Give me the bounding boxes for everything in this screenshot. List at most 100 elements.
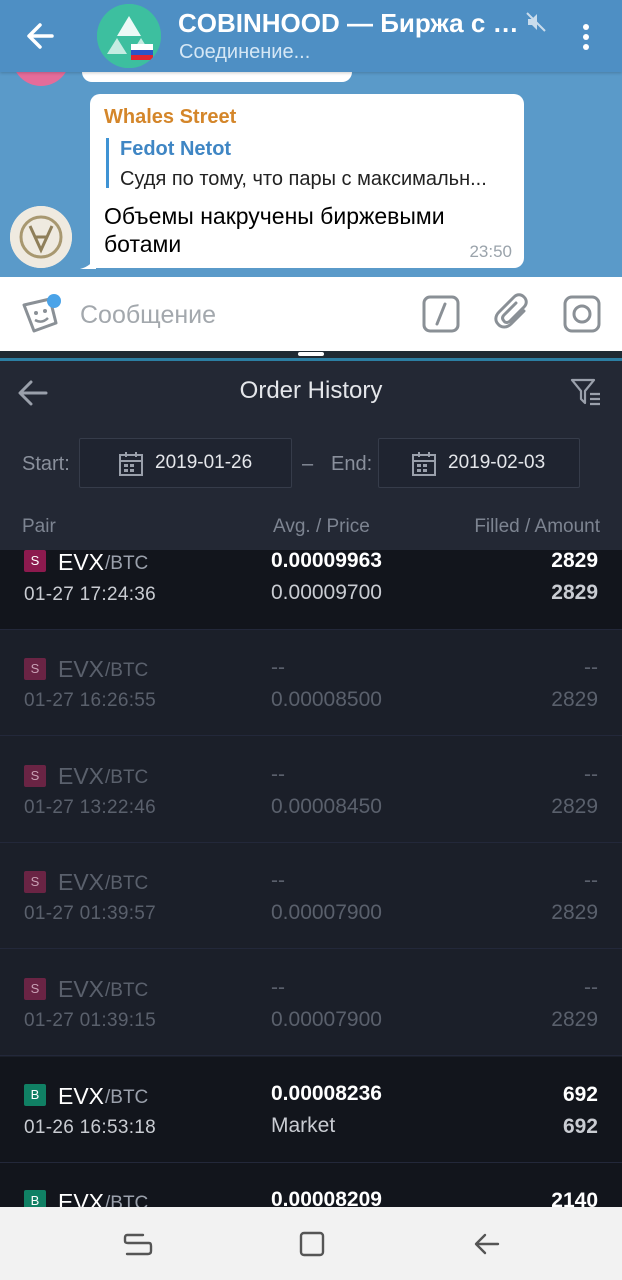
filled-amount: -- (584, 656, 598, 679)
side-badge: S (24, 978, 46, 1000)
side-badge: B (24, 1190, 46, 1207)
filter-icon[interactable] (570, 377, 602, 407)
filled-amount: 2140 (551, 1189, 598, 1207)
avg-price: 0.00008209 (271, 1188, 382, 1207)
back-icon[interactable] (472, 1229, 502, 1259)
filled-amount: -- (584, 869, 598, 892)
telegram-header: COBINHOOD — Биржа с н... Соединение... (0, 0, 622, 72)
table-row[interactable]: S EVX /BTC 01-27 16:26:55 -- 0.00008500 … (0, 630, 622, 736)
start-label: Start: (22, 453, 70, 475)
order-price: 0.00008450 (271, 795, 382, 818)
pair-quote: /BTC (105, 1087, 149, 1108)
sticker-icon[interactable] (20, 293, 62, 335)
reply-to-name[interactable]: Fedot Netot (120, 138, 231, 161)
split-screen-divider[interactable] (0, 351, 622, 361)
message-input[interactable] (78, 297, 382, 333)
pair-base: EVX (58, 869, 105, 895)
order-time: 01-26 16:53:18 (24, 1117, 157, 1138)
pair-base: EVX (58, 656, 105, 682)
bot-command-icon[interactable] (422, 295, 460, 333)
column-price: Avg. / Price (273, 516, 370, 537)
order-amount: 692 (562, 1115, 598, 1138)
order-time: 01-27 17:24:36 (24, 584, 157, 605)
table-row[interactable]: S EVX /BTC 01-27 13:22:46 -- 0.00008450 … (0, 737, 622, 843)
avg-price: -- (271, 656, 285, 679)
side-badge: S (24, 871, 46, 893)
pair-base: EVX (58, 976, 105, 1002)
message-text: Объемы накручены биржевыми ботами (104, 203, 445, 257)
order-amount: 2829 (551, 795, 598, 818)
back-arrow-icon[interactable] (22, 18, 62, 54)
order-price: 0.00007900 (271, 901, 382, 924)
order-price: 0.00009700 (271, 581, 382, 604)
more-vert-icon[interactable] (574, 20, 598, 56)
table-row[interactable]: S EVX /BTC 01-27 01:39:57 -- 0.00007900 … (0, 843, 622, 949)
order-time: 01-27 16:26:55 (24, 690, 157, 711)
end-label: End: (331, 453, 373, 475)
message-bubble[interactable]: Whales Street Fedot Netot Судя по тому, … (90, 94, 524, 268)
pair-quote: /BTC (105, 873, 149, 894)
order-amount: 2829 (551, 1008, 598, 1031)
range-separator: – (302, 453, 314, 475)
page-title: Order History (239, 377, 383, 404)
avg-price: -- (271, 869, 285, 892)
order-price: 0.00007900 (271, 1008, 382, 1031)
side-badge: S (24, 550, 46, 572)
pair-quote: /BTC (105, 767, 149, 788)
filled-amount: -- (584, 976, 598, 999)
date-range: Start: 2019-01-26 – End: 2019-02-03 (0, 425, 622, 501)
avg-price: 0.00009963 (271, 550, 382, 572)
sender-name[interactable]: Whales Street (104, 106, 236, 129)
order-price: Market (271, 1114, 336, 1137)
recents-icon[interactable] (123, 1229, 153, 1259)
order-time: 01-27 01:39:15 (24, 1010, 157, 1031)
pair-quote: /BTC (105, 1193, 149, 1207)
exchange-header: Order History (0, 361, 622, 425)
filled-amount: 2829 (551, 550, 598, 572)
pair-quote: /BTC (105, 980, 149, 1001)
calendar-icon (411, 451, 437, 477)
message-time: 23:50 (469, 242, 512, 261)
table-header: Pair Avg. / Price Filled / Amount (0, 501, 622, 550)
camera-icon[interactable] (563, 295, 601, 333)
order-amount: 2829 (551, 688, 598, 711)
table-row[interactable]: B EVX /BTC 01-26 16:53:18 0.00008236 Mar… (0, 1057, 622, 1163)
channel-title[interactable]: COBINHOOD — Биржа с н... (178, 8, 528, 39)
order-amount: 2829 (551, 901, 598, 924)
attach-icon[interactable] (494, 293, 532, 333)
order-price: 0.00008500 (271, 688, 382, 711)
home-icon[interactable] (297, 1229, 327, 1259)
avatar (12, 72, 70, 86)
avatar[interactable] (10, 206, 72, 268)
filled-amount: -- (584, 763, 598, 786)
reply-text[interactable]: Судя по тому, что пары с максимальн... (120, 168, 512, 191)
system-navigation-bar (0, 1207, 622, 1280)
avg-price: -- (271, 763, 285, 786)
pair-base: EVX (58, 1189, 105, 1207)
side-badge: S (24, 658, 46, 680)
table-row[interactable]: S EVX /BTC 01-27 01:39:15 -- 0.00007900 … (0, 950, 622, 1056)
start-date-picker[interactable]: 2019-01-26 (79, 438, 292, 488)
previous-message-bubble (82, 72, 352, 82)
filled-amount: 692 (562, 1083, 598, 1106)
order-time: 01-27 01:39:57 (24, 903, 157, 924)
order-amount: 2829 (551, 581, 598, 604)
chat-area: Whales Street Fedot Netot Судя по тому, … (0, 72, 622, 277)
order-time: 01-27 13:22:46 (24, 797, 157, 818)
connection-status: Соединение... (179, 41, 311, 63)
table-row[interactable]: B EVX /BTC 0.00008209 2140 (0, 1163, 622, 1207)
message-composer (0, 277, 622, 351)
channel-avatar[interactable] (97, 4, 161, 68)
order-list: S EVX /BTC 01-27 17:24:36 0.00009963 0.0… (0, 550, 622, 1207)
pair-base: EVX (58, 763, 105, 789)
drag-handle[interactable] (298, 352, 324, 356)
column-pair: Pair (22, 516, 56, 537)
avg-price: 0.00008236 (271, 1082, 382, 1105)
side-badge: B (24, 1084, 46, 1106)
table-row[interactable]: S EVX /BTC 01-27 17:24:36 0.00009963 0.0… (0, 550, 622, 630)
pair-quote: /BTC (105, 660, 149, 681)
end-date-picker[interactable]: 2019-02-03 (378, 438, 580, 488)
pair-base: EVX (58, 1083, 105, 1109)
end-date-value: 2019-02-03 (448, 452, 546, 473)
column-amount: Filled / Amount (474, 516, 600, 537)
